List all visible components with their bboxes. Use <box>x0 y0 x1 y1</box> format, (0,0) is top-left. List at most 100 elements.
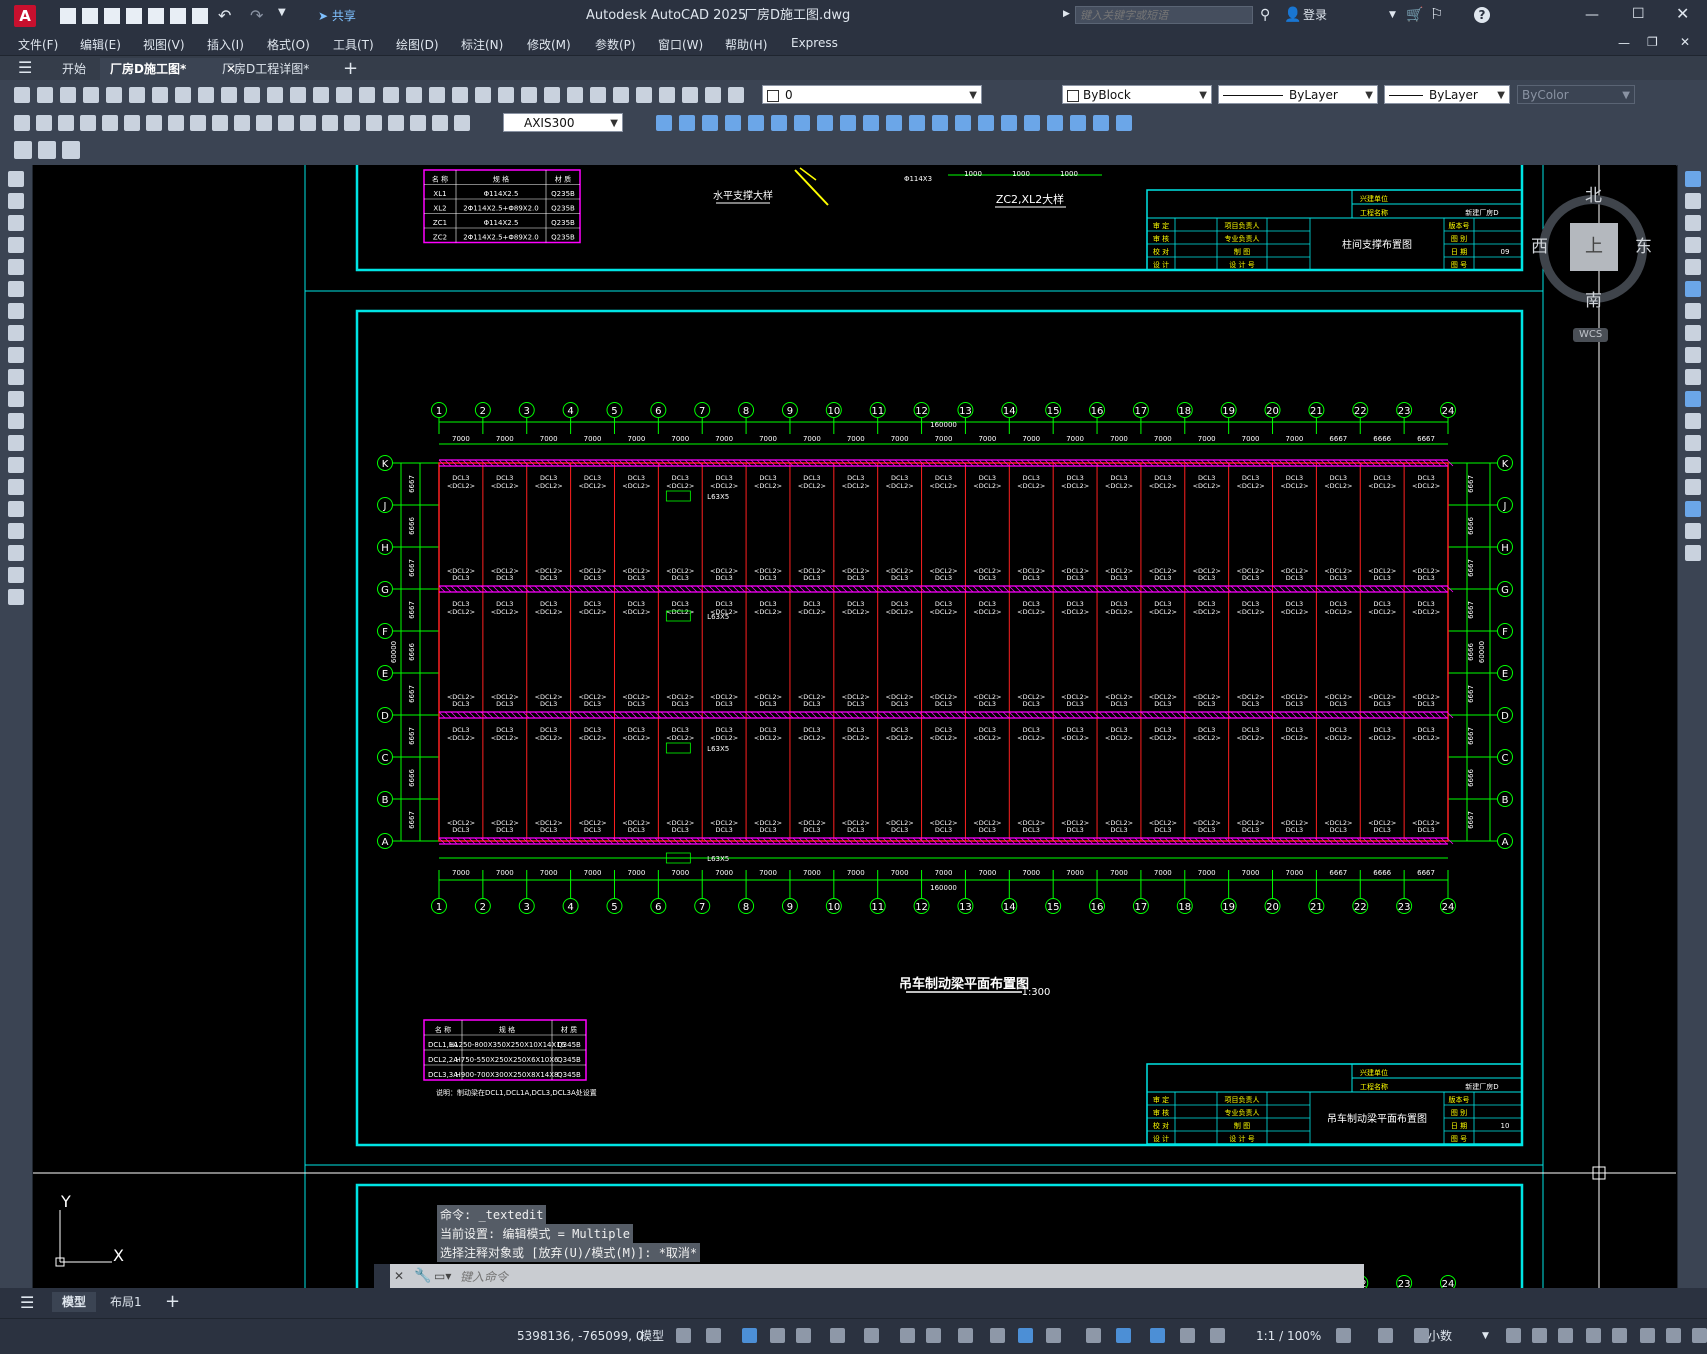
draw-tool-15-icon[interactable] <box>8 479 24 495</box>
modify-tool-17-icon[interactable] <box>1685 523 1701 539</box>
login-link[interactable]: 登录 <box>1303 9 1327 21</box>
modify-tool-9-icon[interactable] <box>1685 347 1701 363</box>
viewcube-face-top[interactable]: 上 <box>1570 223 1618 271</box>
view-tool-13-icon[interactable] <box>659 87 675 103</box>
menu-draw[interactable]: 绘图(D) <box>396 36 439 53</box>
standard-tool-4-icon[interactable] <box>83 87 99 103</box>
status-toggle-19-icon[interactable] <box>1336 1328 1351 1343</box>
draw-tool-11-icon[interactable] <box>8 391 24 407</box>
standard-tool-3-icon[interactable] <box>60 87 76 103</box>
dim-tool-9-icon[interactable] <box>190 115 206 131</box>
redo-icon[interactable]: ↷ <box>250 8 263 24</box>
linetype-dropdown[interactable]: ByLayer ▼ <box>1218 85 1378 104</box>
status-toggle-28-icon[interactable] <box>1666 1328 1681 1343</box>
command-customize-icon[interactable]: 🔧 <box>414 1269 431 1283</box>
view-tool-1-icon[interactable] <box>383 87 399 103</box>
view-tool-5-icon[interactable] <box>475 87 491 103</box>
view-tool-6-icon[interactable] <box>498 87 514 103</box>
dimstyle-dropdown[interactable]: AXIS300 ▼ <box>503 113 623 132</box>
modify-tool-5-icon[interactable] <box>1685 259 1701 275</box>
drawing-canvas[interactable]: 1 1 2 2 3 3 4 4 5 5 6 6 7 7 8 8 9 9 10 10 11 11 12 12 13 13 14 14 15… <box>33 165 1676 1288</box>
object-tool-5-icon[interactable] <box>748 115 764 131</box>
draw-tool-2-icon[interactable] <box>8 193 24 209</box>
status-toggle-9-icon[interactable] <box>926 1328 941 1343</box>
autocad-logo-icon[interactable]: A <box>14 5 36 27</box>
lineweight-dropdown[interactable]: ByLayer ▼ <box>1384 85 1510 104</box>
view-tool-15-icon[interactable] <box>705 87 721 103</box>
tab-detail-drawing[interactable]: 厂房D工程详图* <box>212 58 319 80</box>
menu-edit[interactable]: 编辑(E) <box>80 36 121 53</box>
view-tool-10-icon[interactable] <box>590 87 606 103</box>
command-close-icon[interactable]: ✕ <box>394 1270 404 1282</box>
modify-tool-14-icon[interactable] <box>1685 457 1701 473</box>
object-tool-12-icon[interactable] <box>909 115 925 131</box>
modify-tool-16-icon[interactable] <box>1685 501 1701 517</box>
menu-express[interactable]: Express <box>791 36 838 50</box>
object-tool-14-icon[interactable] <box>955 115 971 131</box>
draw-tool-13-icon[interactable] <box>8 435 24 451</box>
view-tool-4-icon[interactable] <box>452 87 468 103</box>
status-toggle-7-icon[interactable] <box>864 1328 879 1343</box>
object-tool-11-icon[interactable] <box>886 115 902 131</box>
doc-close-icon[interactable]: ✕ <box>1680 36 1690 48</box>
object-tool-2-icon[interactable] <box>679 115 695 131</box>
modify-tool-2-icon[interactable] <box>1685 193 1701 209</box>
draw-tool-4-icon[interactable] <box>8 237 24 253</box>
menu-file[interactable]: 文件(F) <box>18 36 58 53</box>
view-tool-9-icon[interactable] <box>567 87 583 103</box>
status-toggle-17-icon[interactable] <box>1180 1328 1195 1343</box>
object-tool-1-icon[interactable] <box>656 115 672 131</box>
layout-tab-layout1[interactable]: 布局1 <box>110 1296 142 1308</box>
status-toggle-15-icon[interactable] <box>1116 1328 1131 1343</box>
search-input[interactable] <box>1075 6 1253 24</box>
draw-tool-7-icon[interactable] <box>8 303 24 319</box>
autodesk-a360-icon[interactable]: ⚐ <box>1430 7 1443 22</box>
status-toggle-13-icon[interactable] <box>1046 1328 1061 1343</box>
modify-tool-4-icon[interactable] <box>1685 237 1701 253</box>
search-expand-icon[interactable]: ▶ <box>1063 10 1070 19</box>
dim-tool-21-icon[interactable] <box>454 115 470 131</box>
object-tool-7-icon[interactable] <box>794 115 810 131</box>
object-tool-10-icon[interactable] <box>863 115 879 131</box>
draw-tool-16-icon[interactable] <box>8 501 24 517</box>
draw-tool-18-icon[interactable] <box>8 545 24 561</box>
dim-tool-17-icon[interactable] <box>366 115 382 131</box>
object-tool-20-icon[interactable] <box>1093 115 1109 131</box>
menu-insert[interactable]: 插入(I) <box>207 36 244 53</box>
plot-icon[interactable] <box>192 8 208 24</box>
view-tool-11-icon[interactable] <box>613 87 629 103</box>
object-tool-4-icon[interactable] <box>725 115 741 131</box>
dim-tool-13-icon[interactable] <box>278 115 294 131</box>
standard-tool-13-icon[interactable] <box>290 87 306 103</box>
object-tool-3-icon[interactable] <box>702 115 718 131</box>
command-input[interactable] <box>458 1266 1352 1288</box>
close-block-icon[interactable] <box>62 141 80 159</box>
menu-tools[interactable]: 工具(T) <box>333 36 374 53</box>
new-file-icon[interactable] <box>60 8 76 24</box>
modify-tool-15-icon[interactable] <box>1685 479 1701 495</box>
status-toggle-5-icon[interactable] <box>796 1328 811 1343</box>
standard-tool-16-icon[interactable] <box>359 87 375 103</box>
object-tool-19-icon[interactable] <box>1070 115 1086 131</box>
object-tool-13-icon[interactable] <box>932 115 948 131</box>
object-tool-21-icon[interactable] <box>1116 115 1132 131</box>
menu-dimension[interactable]: 标注(N) <box>461 36 503 53</box>
view-tool-3-icon[interactable] <box>429 87 445 103</box>
view-tool-12-icon[interactable] <box>636 87 652 103</box>
dim-tool-6-icon[interactable] <box>124 115 140 131</box>
view-tool-2-icon[interactable] <box>406 87 422 103</box>
modify-tool-3-icon[interactable] <box>1685 215 1701 231</box>
modify-tool-11-icon[interactable] <box>1685 391 1701 407</box>
standard-tool-8-icon[interactable] <box>175 87 191 103</box>
compass-east[interactable]: 东 <box>1635 239 1652 256</box>
draw-tool-20-icon[interactable] <box>8 589 24 605</box>
view-tool-8-icon[interactable] <box>544 87 560 103</box>
menu-view[interactable]: 视图(V) <box>143 36 185 53</box>
standard-tool-11-icon[interactable] <box>244 87 260 103</box>
add-layout-icon[interactable]: + <box>165 1293 180 1311</box>
new-tab-icon[interactable]: + <box>343 60 358 78</box>
modify-tool-18-icon[interactable] <box>1685 545 1701 561</box>
search-icon[interactable]: ⚲ <box>1260 8 1270 22</box>
menu-parametric[interactable]: 参数(P) <box>595 36 636 53</box>
dim-tool-7-icon[interactable] <box>146 115 162 131</box>
